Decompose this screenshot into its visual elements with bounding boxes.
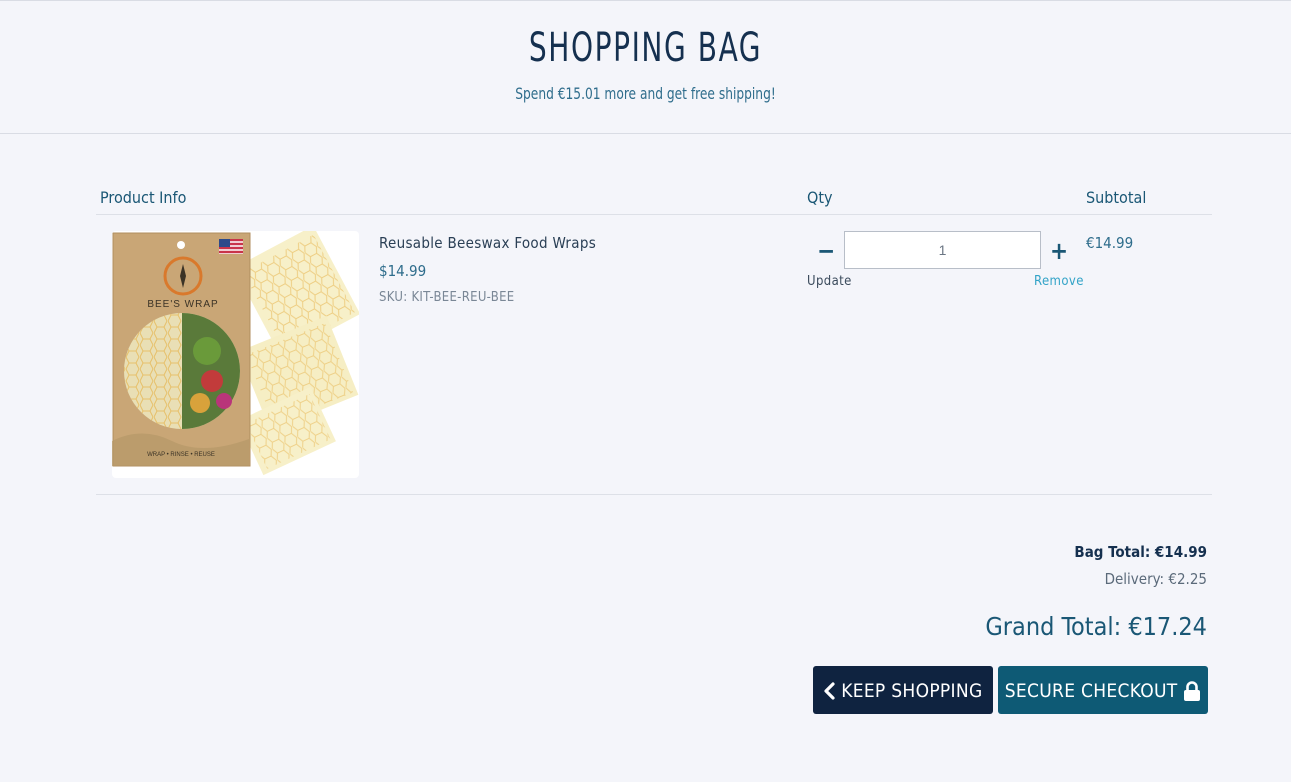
column-header-qty: Qty <box>807 188 833 207</box>
free-shipping-note: Spend €15.01 more and get free shipping! <box>515 84 776 103</box>
quantity-input[interactable] <box>844 231 1041 269</box>
product-name[interactable]: Reusable Beeswax Food Wraps <box>379 234 596 252</box>
product-price: $14.99 <box>379 262 427 280</box>
grand-total: Grand Total: €17.24 <box>985 612 1207 641</box>
product-sku: SKU: KIT-BEE-REU-BEE <box>379 290 515 305</box>
quantity-increase-button[interactable]: + <box>1045 237 1073 265</box>
chevron-left-icon <box>824 681 836 700</box>
delivery-cost: Delivery: €2.25 <box>1104 570 1207 588</box>
package-brand-text: BEE'S WRAP <box>147 299 218 310</box>
package-footer-text: WRAP • RINSE • REUSE <box>147 452 215 458</box>
remove-link[interactable]: Remove <box>1034 274 1084 289</box>
beeswax-wrap-illustration: BEE'S WRAP WRAP • RINSE • REUSE <box>112 231 359 476</box>
column-header-subtotal: Subtotal <box>1086 188 1147 207</box>
bag-total: Bag Total: €14.99 <box>1074 543 1207 561</box>
column-header-product-info: Product Info <box>100 188 187 207</box>
keep-shopping-button[interactable]: KEEP SHOPPING <box>813 666 993 714</box>
table-footer-divider <box>96 494 1212 495</box>
table-header-divider <box>96 214 1212 215</box>
update-link[interactable]: Update <box>807 274 852 289</box>
line-subtotal: €14.99 <box>1086 234 1134 252</box>
keep-shopping-label: KEEP SHOPPING <box>841 679 983 702</box>
secure-checkout-button[interactable]: SECURE CHECKOUT <box>998 666 1208 714</box>
page-header: SHOPPING BAG Spend €15.01 more and get f… <box>0 1 1291 134</box>
secure-checkout-label: SECURE CHECKOUT <box>1004 679 1178 702</box>
product-image[interactable]: BEE'S WRAP WRAP • RINSE • REUSE <box>112 231 359 478</box>
quantity-decrease-button[interactable]: − <box>812 237 840 265</box>
lock-icon <box>1184 680 1201 701</box>
page-title: SHOPPING BAG <box>528 25 763 71</box>
